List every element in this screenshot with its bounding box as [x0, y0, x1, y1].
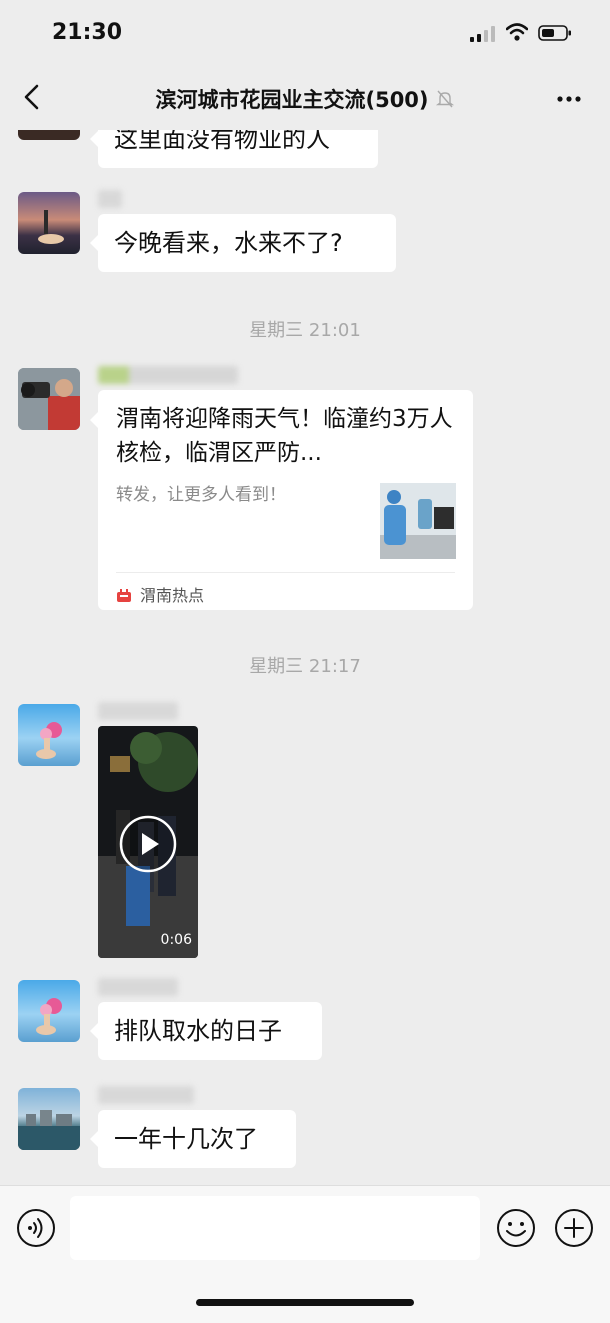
plus-icon[interactable] [554, 1208, 594, 1248]
chat-header: 滨河城市花园业主交流(500) [0, 68, 610, 130]
message-input[interactable] [70, 1196, 480, 1260]
article-title: 渭南将迎降雨天气！临潼约3万人核检，临渭区严防... [116, 406, 453, 466]
wifi-icon [506, 23, 528, 41]
avatar[interactable] [18, 192, 80, 254]
avatar[interactable] [18, 980, 80, 1042]
message-bubble[interactable]: 今晚看来，水来不了? [90, 214, 396, 272]
play-icon[interactable] [118, 814, 178, 874]
chat-messages[interactable]: 这里面没有物业的人 今晚看来，水来不了? 星期三 21:01 渭南将迎降雨天气！… [0, 130, 610, 1185]
bell-off-icon [435, 90, 454, 108]
more-dots-icon[interactable] [554, 84, 584, 114]
message-text: 排队取水的日子 [114, 1017, 282, 1045]
chat-title: 滨河城市花园业主交流(500) [0, 84, 610, 114]
message-text: 这里面没有物业的人 [114, 130, 330, 153]
emoji-icon[interactable] [496, 1208, 536, 1248]
battery-icon [538, 25, 571, 41]
message-text: 一年十几次了 [114, 1125, 258, 1153]
video-duration: 0:06 [160, 932, 192, 948]
article-source-name: 渭南热点 [140, 586, 205, 605]
message-bubble[interactable]: 这里面没有物业的人 [90, 130, 378, 168]
avatar[interactable] [18, 1088, 80, 1150]
message-bubble[interactable]: 一年十几次了 [90, 1110, 296, 1168]
chat-title-text: 滨河城市花园业主交流(500) [155, 88, 429, 112]
sender-name [98, 978, 178, 996]
message-bubble[interactable]: 排队取水的日子 [90, 1002, 322, 1060]
article-description: 转发，让更多人看到！ [116, 485, 286, 505]
sender-name [98, 366, 238, 384]
sender-name [98, 190, 122, 208]
status-bar: 21:30 [0, 0, 610, 68]
signal-icon [470, 26, 495, 42]
article-thumbnail [380, 483, 456, 559]
timestamp: 星期三 21:17 [249, 656, 361, 677]
avatar[interactable] [18, 130, 80, 140]
status-time: 21:30 [52, 20, 123, 45]
card-divider [116, 572, 455, 573]
avatar[interactable] [18, 704, 80, 766]
timestamp: 星期三 21:01 [249, 320, 361, 341]
message-input-bar [0, 1185, 610, 1323]
article-source: 渭南热点 [116, 582, 204, 606]
source-logo-icon [117, 589, 131, 602]
message-text: 今晚看来，水来不了? [114, 229, 343, 257]
avatar[interactable] [18, 368, 80, 430]
voice-icon[interactable] [16, 1208, 56, 1248]
sender-name [98, 702, 178, 720]
home-indicator [196, 1299, 414, 1306]
shared-article-card[interactable]: 渭南将迎降雨天气！临潼约3万人核检，临渭区严防... 转发，让更多人看到！ 渭南… [90, 390, 473, 610]
sender-name [98, 1086, 194, 1104]
video-message[interactable]: 0:06 [98, 726, 198, 958]
